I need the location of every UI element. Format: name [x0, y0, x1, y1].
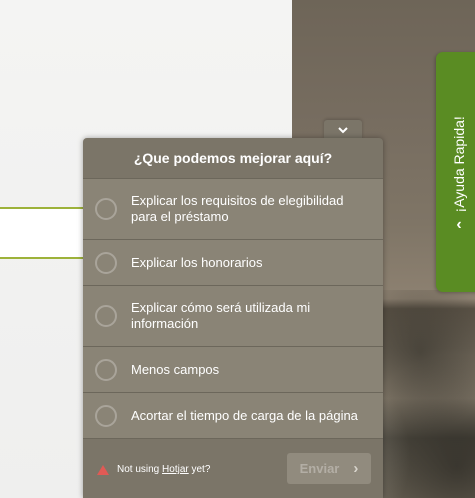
feedback-widget: ¿Que podemos mejorar aquí? Explicar los … [83, 138, 383, 498]
radio-button[interactable] [95, 305, 117, 327]
feedback-option[interactable]: Acortar el tiempo de carga de la página [83, 393, 383, 439]
chevron-down-icon [338, 126, 348, 133]
chevron-up-icon: ‹ [455, 216, 462, 234]
collapse-feedback-button[interactable] [324, 120, 362, 139]
hotjar-promo-suffix: yet? [188, 464, 211, 475]
radio-button[interactable] [95, 251, 117, 274]
hotjar-link[interactable]: Hotjar [162, 464, 189, 475]
feedback-option-label: Acortar el tiempo de carga de la página [131, 407, 358, 423]
quick-help-label: ¡Ayuda Rapida! [450, 116, 467, 213]
feedback-option[interactable]: Explicar los requisitos de elegibilidad … [83, 179, 383, 240]
hotjar-logo-icon [97, 464, 109, 475]
feedback-option-label: Menos campos [131, 361, 220, 377]
feedback-footer: Not using Hotjar yet? Enviar › [83, 441, 383, 498]
radio-button[interactable] [95, 198, 117, 220]
chevron-right-icon: › [353, 460, 359, 477]
feedback-option[interactable]: Explicar cómo será utilizada mi informac… [83, 286, 383, 347]
radio-button[interactable] [95, 358, 117, 381]
hotjar-promo-prefix: Not using [117, 464, 163, 475]
quick-help-tab[interactable]: ‹ ¡Ayuda Rapida! [436, 52, 475, 292]
submit-label: Enviar [299, 461, 340, 476]
feedback-option-label: Explicar cómo será utilizada mi informac… [131, 300, 311, 331]
radio-button[interactable] [95, 404, 117, 427]
hotjar-promo: Not using Hotjar yet? [117, 464, 210, 475]
feedback-option-label: Explicar los requisitos de elegibilidad … [131, 193, 344, 224]
form-input[interactable] [0, 207, 96, 259]
feedback-option[interactable]: Menos campos [83, 347, 383, 393]
feedback-options: Explicar los requisitos de elegibilidad … [83, 178, 383, 439]
submit-button[interactable]: Enviar › [287, 453, 371, 484]
feedback-option[interactable]: Explicar los honorarios [83, 240, 383, 286]
feedback-title: ¿Que podemos mejorar aquí? [133, 150, 333, 166]
feedback-option-label: Explicar los honorarios [131, 254, 263, 270]
